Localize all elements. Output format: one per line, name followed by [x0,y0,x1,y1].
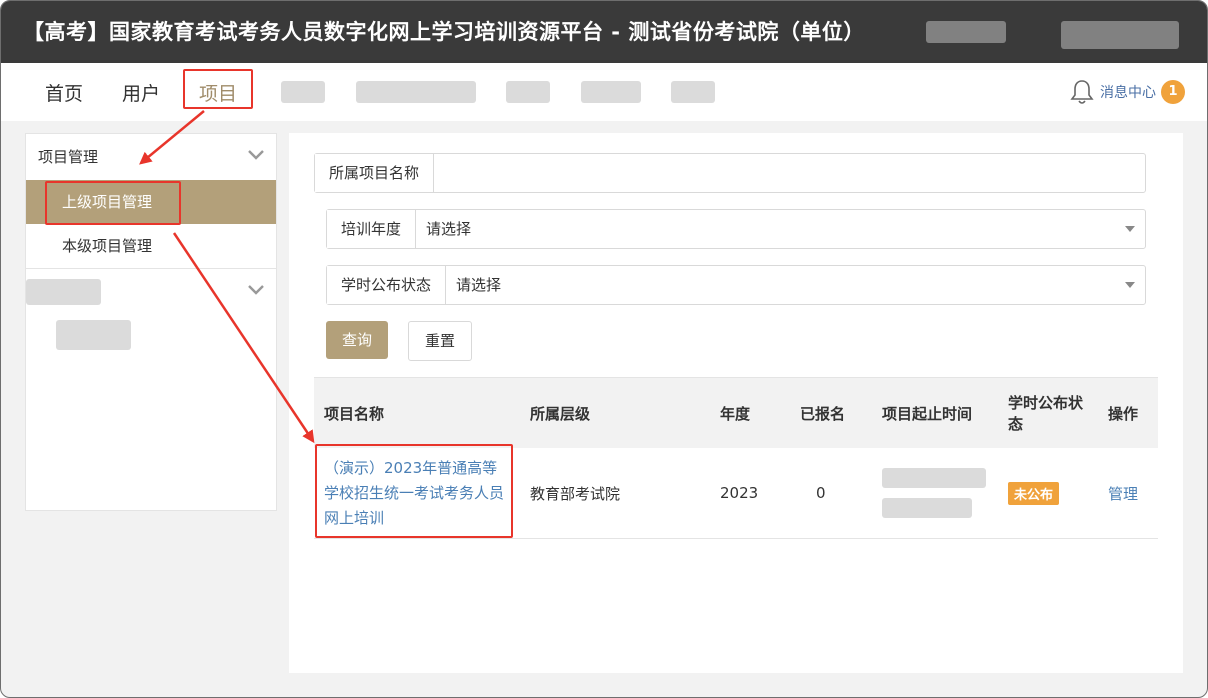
highlight-project-name [315,444,513,538]
chevron-down-icon [248,150,264,160]
year-filter: 培训年度 请选择 [326,209,1146,249]
reset-button[interactable]: 重置 [408,321,473,361]
sidebar-group-label: 项目管理 [38,148,99,166]
col-header-period: 项目起止时间 [872,377,998,448]
status-filter: 学时公布状态 请选择 [326,265,1146,305]
col-header-status: 学时公布状态 [998,377,1098,448]
level-cell: 教育部考试院 [520,448,710,539]
col-header-action: 操作 [1098,377,1158,448]
message-center[interactable]: 消息中心 1 [1069,78,1185,106]
status-badge: 未公布 [1008,481,1060,505]
sidebar-group-project-management[interactable]: 项目管理 [26,134,276,180]
project-name-label: 所属项目名称 [315,154,435,192]
blurred-nav-item[interactable] [581,81,641,103]
table-header-row: 项目名称 所属层级 年度 已报名 项目起止时间 学时公布状态 操作 [314,377,1158,448]
year-select-value: 请选择 [426,220,472,238]
bell-icon [1070,80,1094,104]
blurred-nav-item[interactable] [356,81,476,103]
year-select[interactable]: 请选择 [416,210,1145,248]
status-cell: 未公布 [998,448,1098,539]
blurred-period-start [882,468,986,488]
status-label: 学时公布状态 [327,266,447,304]
status-select[interactable]: 请选择 [446,266,1145,304]
blurred-period-end [882,498,972,518]
blurred-nav-item[interactable] [281,81,325,103]
action-cell: 管理 [1098,448,1158,539]
project-name-input[interactable] [434,154,1145,192]
col-header-level: 所属层级 [520,377,710,448]
title-bar: 【高考】国家教育考试考务人员数字化网上学习培训资源平台 - 测试省份考试院（单位… [1,1,1207,63]
caret-down-icon [1125,226,1135,232]
blurred-user-info [926,21,1006,43]
year-label: 培训年度 [327,210,417,248]
col-header-name: 项目名称 [314,377,520,448]
year-cell: 2023 [710,448,790,539]
period-cell [872,448,998,539]
blurred-group-label [26,279,101,305]
message-count-badge: 1 [1161,80,1185,104]
nav-item-users[interactable]: 用户 [122,79,160,106]
caret-down-icon [1125,282,1135,288]
status-select-value: 请选择 [456,276,502,294]
manage-link[interactable]: 管理 [1108,485,1138,503]
nav-item-home[interactable]: 首页 [45,79,83,106]
project-name-filter: 所属项目名称 [314,153,1146,193]
sidebar-item-local-projects[interactable]: 本级项目管理 [26,224,276,268]
col-header-year: 年度 [710,377,790,448]
main-content: 所属项目名称 培训年度 请选择 学时公布状态 请选择 查询 重置 项目名称 所属… [289,133,1183,673]
col-header-enrolled: 已报名 [790,377,872,448]
window-title: 【高考】国家教育考试考务人员数字化网上学习培训资源平台 - 测试省份考试院（单位… [23,20,865,44]
chevron-down-icon [248,285,264,295]
message-center-label: 消息中心 [1100,85,1156,101]
blurred-nav-item[interactable] [671,81,715,103]
enrolled-cell: 0 [790,448,872,539]
highlight-sidebar-upper-projects [45,181,181,225]
blurred-sidebar-item[interactable] [56,320,131,350]
blurred-user-name [1061,21,1179,49]
top-nav: 首页 用户 项目 消息中心 1 [1,63,1207,121]
highlight-nav-projects [183,69,253,109]
query-button[interactable]: 查询 [326,321,389,359]
app-window: 【高考】国家教育考试考务人员数字化网上学习培训资源平台 - 测试省份考试院（单位… [0,0,1208,698]
sidebar-group-blurred[interactable] [26,269,276,319]
blurred-nav-item[interactable] [506,81,550,103]
